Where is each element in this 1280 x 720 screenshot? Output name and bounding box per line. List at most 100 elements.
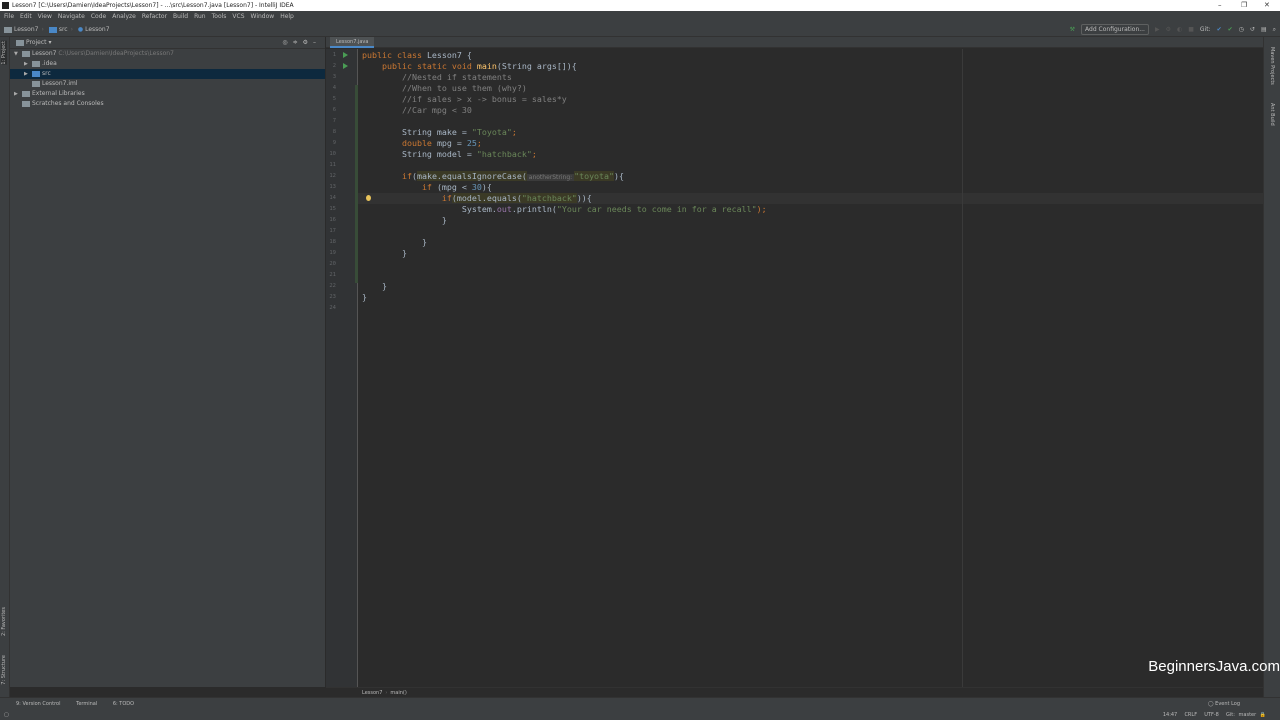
code-line: String model = "hatchback"; <box>362 149 767 160</box>
minimize-button[interactable]: – <box>1218 0 1222 11</box>
expand-arrow-icon[interactable]: ▶ <box>14 89 22 99</box>
vcs-commit-icon[interactable]: ✔ <box>1228 26 1233 33</box>
menu-analyze[interactable]: Analyze <box>112 13 136 20</box>
expand-arrow-icon[interactable]: ▼ <box>14 49 22 59</box>
code-token: ; <box>476 138 482 148</box>
encoding[interactable]: UTF-8 <box>1204 712 1219 718</box>
todo-button[interactable]: 6: TODO <box>113 701 134 707</box>
tree-item[interactable]: ▶ External Libraries <box>10 89 325 99</box>
line-number: 14 <box>329 195 336 201</box>
tree-item[interactable]: ▶ .idea <box>10 59 325 69</box>
close-button[interactable]: ✕ <box>1264 0 1270 11</box>
breadcrumb-class[interactable]: Lesson7 <box>362 690 382 696</box>
run-class-icon[interactable] <box>343 52 348 58</box>
gear-icon[interactable]: ⚙ <box>303 39 313 46</box>
code-token: 30 <box>471 182 482 192</box>
collapse-icon[interactable]: ≑ <box>293 39 303 46</box>
menu-view[interactable]: View <box>38 13 52 20</box>
run-main-icon[interactable] <box>343 63 348 69</box>
menu-file[interactable]: File <box>4 13 14 20</box>
locate-icon[interactable]: ◎ <box>282 39 292 46</box>
hide-icon[interactable]: – <box>313 39 321 46</box>
line-number: 11 <box>329 162 336 168</box>
version-control-button[interactable]: 9: Version Control <box>16 701 61 707</box>
project-view-selector[interactable]: Project <box>26 39 47 46</box>
code-token: public static void <box>362 61 477 71</box>
project-tool-button[interactable]: 1: Project <box>1 41 7 65</box>
code-line: String make = "Toyota"; <box>362 127 767 138</box>
add-configuration-button[interactable]: Add Configuration... <box>1081 24 1149 35</box>
menu-refactor[interactable]: Refactor <box>142 13 167 20</box>
coverage-icon[interactable]: ◐ <box>1177 26 1182 33</box>
menu-window[interactable]: Window <box>251 13 275 20</box>
expand-arrow-icon[interactable]: ▶ <box>24 69 32 79</box>
line-number: 9 <box>332 140 336 146</box>
nav-class[interactable]: Lesson7 <box>85 26 109 33</box>
code-token: .println( <box>511 204 557 214</box>
tree-item[interactable]: ▼ Lesson7 C:\Users\Damien\IdeaProjects\Le… <box>10 49 325 59</box>
tree-item[interactable]: Scratches and Consoles <box>10 99 325 109</box>
line-number: 5 <box>332 96 336 102</box>
debug-icon[interactable]: ⚙ <box>1166 26 1171 33</box>
breadcrumb-method[interactable]: main() <box>390 690 406 696</box>
caret-position[interactable]: 14:47 <box>1163 712 1177 718</box>
code-token: if <box>362 171 412 181</box>
code-line: //When to use them (why?) <box>362 83 767 94</box>
tab-lesson7-java[interactable]: Lesson7.java <box>330 37 375 48</box>
code-token: } <box>362 237 427 247</box>
structure-tool-button[interactable]: 7: Structure <box>1 655 7 685</box>
run-icon[interactable]: ▶ <box>1155 26 1160 33</box>
code-token: "hatchback" <box>476 149 532 159</box>
search-icon[interactable]: ⌕ <box>1273 26 1276 34</box>
code-token: "Toyota" <box>471 127 512 137</box>
code-token: ){ <box>614 171 625 181</box>
ant-build-tool-button[interactable]: Ant Build <box>1269 103 1275 126</box>
tree-item-path: C:\Users\Damien\IdeaProjects\Lesson7 <box>58 50 174 57</box>
line-number: 23 <box>329 294 336 300</box>
menu-code[interactable]: Code <box>91 13 106 20</box>
menu-navigate[interactable]: Navigate <box>58 13 85 20</box>
tree-item-label: Lesson7.iml <box>42 80 78 87</box>
code-area[interactable]: public class Lesson7 { public static voi… <box>362 50 767 314</box>
favorites-tool-button[interactable]: 2: Favorites <box>1 607 7 636</box>
code-token: ; <box>511 127 517 137</box>
toggle-tool-windows-icon[interactable]: ▢ <box>4 710 9 720</box>
line-number: 2 <box>332 63 336 69</box>
line-number: 18 <box>329 239 336 245</box>
editor: Lesson7.java 1 2 3 4 5 6 7 8 9 10 11 12 13 14 15 16 17 18… <box>326 37 1263 687</box>
nav-src[interactable]: src <box>59 26 68 33</box>
code-line: public class Lesson7 { <box>362 50 767 61</box>
line-number: 24 <box>329 305 336 311</box>
maven-tool-button[interactable]: Maven Projects <box>1269 47 1275 85</box>
code-token: (model.equals( <box>451 193 522 203</box>
stop-icon[interactable]: ■ <box>1188 26 1194 33</box>
editor-tabs: Lesson7.java <box>326 37 1263 48</box>
build-hammer-icon[interactable]: ⚒ <box>1070 26 1075 33</box>
title-bar: Lesson7 [C:\Users\Damien\IdeaProjects\Le… <box>0 0 1280 11</box>
maximize-button[interactable]: ❐ <box>1241 0 1247 11</box>
terminal-button[interactable]: Terminal <box>76 701 97 707</box>
expand-arrow-icon[interactable]: ▶ <box>24 59 32 69</box>
menu-build[interactable]: Build <box>173 13 188 20</box>
rollback-icon[interactable]: ↺ <box>1250 26 1255 33</box>
history-icon[interactable]: ◷ <box>1239 26 1244 33</box>
vcs-update-icon[interactable]: ✔ <box>1217 26 1222 33</box>
tree-item[interactable]: Lesson7.iml <box>10 79 325 89</box>
menu-edit[interactable]: Edit <box>20 13 32 20</box>
line-separator[interactable]: CRLF <box>1184 712 1197 718</box>
project-icon <box>4 26 12 33</box>
nav-project[interactable]: Lesson7 <box>14 26 38 33</box>
project-panel: Project ▾ ◎≑⚙– ▼ Lesson7 C:\Users\Damien\… <box>10 37 325 687</box>
menu-help[interactable]: Help <box>280 13 294 20</box>
code-line: } <box>362 281 767 292</box>
menu-tools[interactable]: Tools <box>212 13 227 20</box>
project-structure-icon[interactable]: ▤ <box>1261 26 1267 33</box>
git-branch[interactable]: Git: master <box>1226 712 1256 718</box>
tree-item[interactable]: ▶ src <box>10 69 325 79</box>
code-line: public static void main(String args[]){ <box>362 61 767 72</box>
menu-vcs[interactable]: VCS <box>232 13 244 20</box>
menu-run[interactable]: Run <box>194 13 206 20</box>
code-token: String model = <box>362 149 477 159</box>
